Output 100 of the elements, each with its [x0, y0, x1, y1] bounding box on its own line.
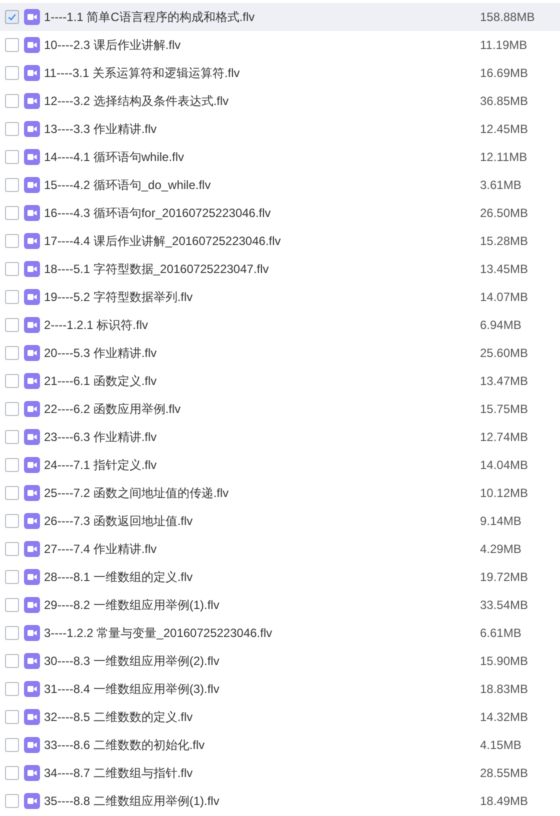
- checkbox[interactable]: [5, 682, 19, 696]
- checkbox[interactable]: [5, 66, 19, 80]
- checkbox[interactable]: [5, 290, 19, 304]
- video-file-icon: [24, 429, 40, 445]
- file-row[interactable]: 19----5.2 字符型数据举列.flv 14.07MB: [0, 283, 560, 311]
- video-file-icon: [24, 345, 40, 361]
- checkbox[interactable]: [5, 654, 19, 668]
- file-row[interactable]: 35----8.8 二维数组应用举例(1).flv 18.49MB: [0, 787, 560, 815]
- file-row[interactable]: 20----5.3 作业精讲.flv 25.60MB: [0, 339, 560, 367]
- video-file-icon: [24, 65, 40, 81]
- file-size: 13.47MB: [480, 374, 530, 388]
- checkbox[interactable]: [5, 262, 19, 276]
- video-file-icon: [24, 681, 40, 697]
- file-row[interactable]: 33----8.6 二维数数的初始化.flv 4.15MB: [0, 731, 560, 759]
- file-name: 29----8.2 一维数组应用举例(1).flv: [44, 596, 220, 614]
- file-row[interactable]: 22----6.2 函数应用举例.flv 15.75MB: [0, 395, 560, 423]
- checkbox[interactable]: [5, 430, 19, 444]
- file-name: 27----7.4 作业精讲.flv: [44, 540, 157, 558]
- file-name: 21----6.1 函数定义.flv: [44, 372, 157, 390]
- file-size: 9.14MB: [480, 514, 522, 528]
- file-name: 15----4.2 循环语句_do_while.flv: [44, 176, 211, 194]
- file-row[interactable]: 15----4.2 循环语句_do_while.flv 3.61MB: [0, 171, 560, 199]
- checkbox[interactable]: [5, 766, 19, 780]
- file-row[interactable]: 16----4.3 循环语句for_20160725223046.flv 26.50MB: [0, 199, 560, 227]
- video-file-icon: [24, 737, 40, 753]
- video-file-icon: [24, 317, 40, 333]
- file-row[interactable]: 18----5.1 字符型数据_20160725223047.flv 13.45MB: [0, 255, 560, 283]
- file-size: 18.83MB: [480, 682, 530, 696]
- file-size: 4.15MB: [480, 738, 522, 752]
- video-file-icon: [24, 289, 40, 305]
- file-row[interactable]: 27----7.4 作业精讲.flv 4.29MB: [0, 535, 560, 563]
- file-row[interactable]: 2----1.2.1 标识符.flv 6.94MB: [0, 311, 560, 339]
- file-row[interactable]: 13----3.3 作业精讲.flv 12.45MB: [0, 115, 560, 143]
- file-name: 16----4.3 循环语句for_20160725223046.flv: [44, 204, 271, 222]
- file-row[interactable]: 34----8.7 二维数组与指针.flv 28.55MB: [0, 759, 560, 787]
- file-row[interactable]: 24----7.1 指针定义.flv 14.04MB: [0, 451, 560, 479]
- file-name: 23----6.3 作业精讲.flv: [44, 428, 157, 446]
- file-size: 3.61MB: [480, 178, 522, 192]
- file-name: 30----8.3 一维数组应用举例(2).flv: [44, 652, 220, 670]
- file-name: 10----2.3 课后作业讲解.flv: [44, 36, 181, 54]
- checkbox[interactable]: [5, 570, 19, 584]
- file-size: 28.55MB: [480, 766, 530, 780]
- checkbox[interactable]: [5, 94, 19, 108]
- checkbox[interactable]: [5, 514, 19, 528]
- file-row[interactable]: 12----3.2 选择结构及条件表达式.flv 36.85MB: [0, 87, 560, 115]
- checkbox[interactable]: [5, 738, 19, 752]
- checkbox[interactable]: [5, 206, 19, 220]
- file-row[interactable]: 3----1.2.2 常量与变量_20160725223046.flv 6.61MB: [0, 619, 560, 647]
- checkbox[interactable]: [5, 458, 19, 472]
- video-file-icon: [24, 93, 40, 109]
- video-file-icon: [24, 793, 40, 809]
- video-file-icon: [24, 625, 40, 641]
- file-row[interactable]: 1----1.1 简单C语言程序的构成和格式.flv 158.88MB: [0, 3, 560, 31]
- checkbox[interactable]: [5, 374, 19, 388]
- file-size: 4.29MB: [480, 542, 522, 556]
- file-row[interactable]: 14----4.1 循环语句while.flv 12.11MB: [0, 143, 560, 171]
- checkbox[interactable]: [5, 150, 19, 164]
- file-row[interactable]: 31----8.4 一维数组应用举例(3).flv 18.83MB: [0, 675, 560, 703]
- video-file-icon: [24, 37, 40, 53]
- file-size: 26.50MB: [480, 206, 530, 220]
- video-file-icon: [24, 765, 40, 781]
- checkbox[interactable]: [5, 710, 19, 724]
- file-row[interactable]: 21----6.1 函数定义.flv 13.47MB: [0, 367, 560, 395]
- checkbox[interactable]: [5, 794, 19, 808]
- checkbox[interactable]: [5, 626, 19, 640]
- file-name: 22----6.2 函数应用举例.flv: [44, 400, 181, 418]
- checkbox[interactable]: [5, 402, 19, 416]
- video-file-icon: [24, 401, 40, 417]
- file-row[interactable]: 23----6.3 作业精讲.flv 12.74MB: [0, 423, 560, 451]
- file-row[interactable]: 11----3.1 关系运算符和逻辑运算符.flv 16.69MB: [0, 59, 560, 87]
- file-size: 14.07MB: [480, 290, 530, 304]
- file-size: 12.11MB: [480, 150, 528, 164]
- checkbox[interactable]: [5, 234, 19, 248]
- checkbox[interactable]: [5, 318, 19, 332]
- file-size: 11.19MB: [480, 38, 528, 52]
- checkbox[interactable]: [5, 346, 19, 360]
- checkbox[interactable]: [5, 486, 19, 500]
- file-row[interactable]: 32----8.5 二维数数的定义.flv 14.32MB: [0, 703, 560, 731]
- checkbox[interactable]: [5, 598, 19, 612]
- check-icon: [7, 12, 17, 22]
- file-row[interactable]: 17----4.4 课后作业讲解_20160725223046.flv 15.28MB: [0, 227, 560, 255]
- file-row[interactable]: 29----8.2 一维数组应用举例(1).flv 33.54MB: [0, 591, 560, 619]
- file-row[interactable]: 30----8.3 一维数组应用举例(2).flv 15.90MB: [0, 647, 560, 675]
- checkbox[interactable]: [5, 38, 19, 52]
- checkbox[interactable]: [5, 542, 19, 556]
- file-name: 18----5.1 字符型数据_20160725223047.flv: [44, 260, 269, 278]
- file-row[interactable]: 28----8.1 一维数组的定义.flv 19.72MB: [0, 563, 560, 591]
- checkbox[interactable]: [5, 10, 19, 24]
- checkbox[interactable]: [5, 122, 19, 136]
- checkbox[interactable]: [5, 178, 19, 192]
- file-size: 15.90MB: [480, 654, 530, 668]
- file-name: 12----3.2 选择结构及条件表达式.flv: [44, 92, 229, 110]
- file-row[interactable]: 10----2.3 课后作业讲解.flv 11.19MB: [0, 31, 560, 59]
- video-file-icon: [24, 597, 40, 613]
- file-row[interactable]: 26----7.3 函数返回地址值.flv 9.14MB: [0, 507, 560, 535]
- file-row[interactable]: 25----7.2 函数之间地址值的传递.flv 10.12MB: [0, 479, 560, 507]
- file-size: 6.61MB: [480, 626, 522, 640]
- video-file-icon: [24, 653, 40, 669]
- file-name: 20----5.3 作业精讲.flv: [44, 344, 157, 362]
- file-name: 3----1.2.2 常量与变量_20160725223046.flv: [44, 624, 272, 642]
